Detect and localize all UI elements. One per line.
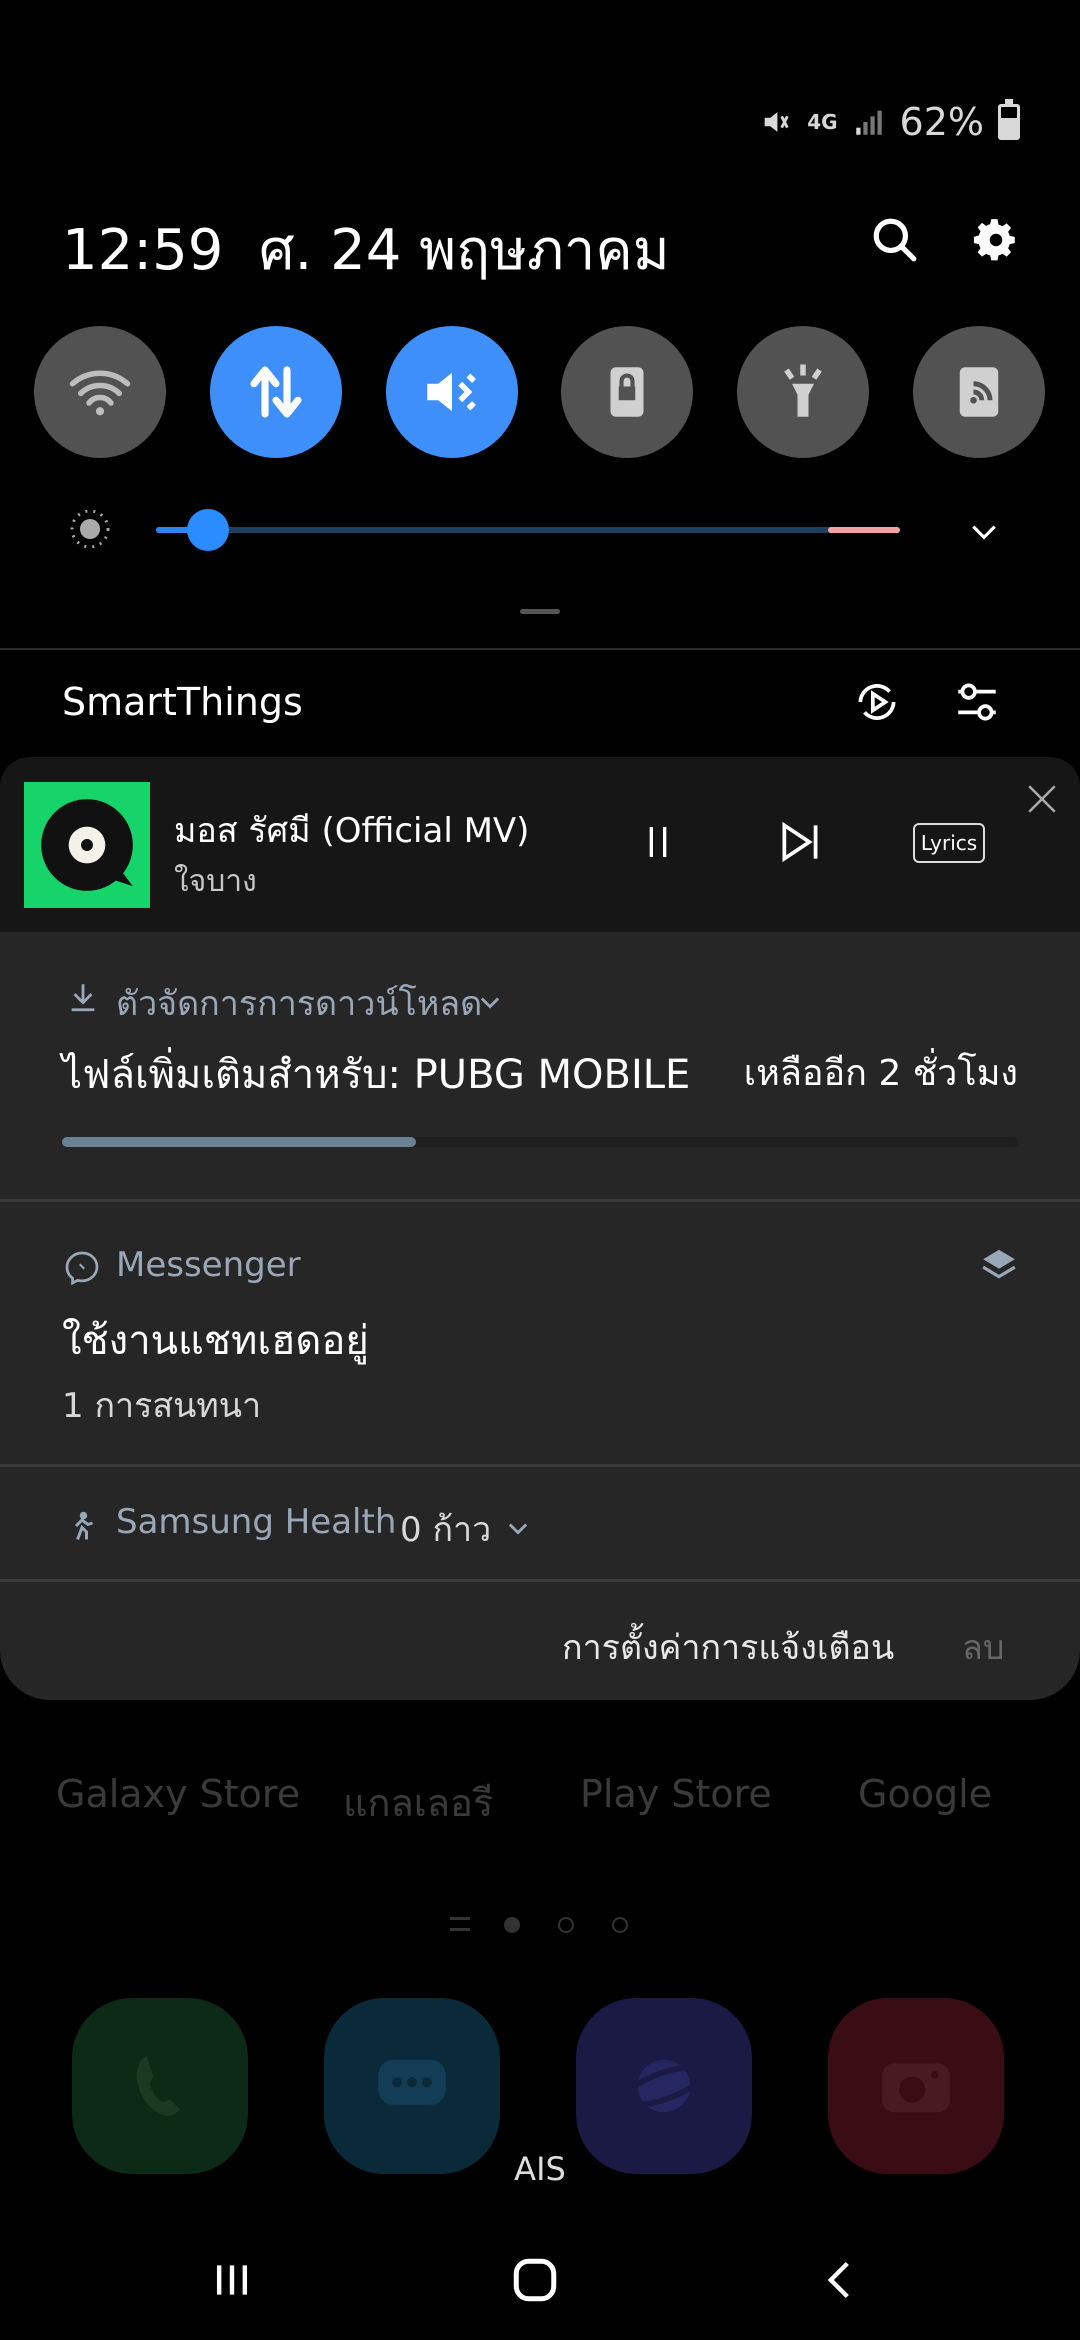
rotation-lock-tile[interactable] [561,326,693,458]
messenger-title[interactable]: ใช้งานแชทเฮดอยู่ [62,1308,369,1372]
divider [0,648,1080,650]
page-indicator-home [504,1917,520,1933]
app-label-play-store[interactable]: Play Store [580,1772,772,1816]
brightness-high-zone [828,527,900,533]
brightness-slider-thumb[interactable] [187,509,230,551]
notification-settings-button[interactable]: การตั้งค่าการแจ้งเตือน [562,1620,894,1674]
brightness-slider-track[interactable] [156,527,900,533]
camera-app[interactable] [828,1998,1004,2174]
joox-logo-icon [41,799,133,891]
flashlight-tile[interactable] [737,326,869,458]
page-indicator-dot [612,1917,628,1933]
samsung-health-app-name: Samsung Health [116,1502,397,1542]
close-icon[interactable] [1025,782,1059,816]
device-settings-icon[interactable] [952,677,1002,727]
settings-button[interactable] [961,205,1031,275]
skip-next-icon[interactable] [776,817,826,867]
message-icon [378,2059,446,2105]
divider [0,1464,1080,1467]
media-output-icon[interactable] [852,677,902,727]
download-manager-app-name: ตัวจัดการการดาวน์โหลด [116,984,483,1024]
smartthings-title[interactable]: SmartThings [62,680,303,724]
internet-app[interactable] [576,1998,752,2174]
mobile-data-tile[interactable] [210,326,342,458]
signal-icon [855,110,882,135]
nfc-tile[interactable] [913,326,1045,458]
clear-button[interactable]: ลบ [962,1620,1004,1674]
chevron-down-icon[interactable] [476,988,504,1016]
planet-icon [622,2059,706,2113]
brightness-icon [70,509,110,549]
wifi-tile[interactable] [34,326,166,458]
media-artist: ใจบาง [174,864,257,899]
sound-mode-tile[interactable] [386,326,518,458]
wifi-icon [69,370,131,416]
phone-app[interactable] [72,1998,248,2174]
clock: 12:59 [62,218,224,283]
download-icon [71,984,95,1012]
back-icon [827,2261,849,2299]
panel-drag-handle[interactable] [520,609,560,614]
download-progress-fill [62,1137,416,1147]
camera-icon [882,2063,950,2113]
search-button[interactable] [860,205,930,275]
nfc-icon [959,367,999,417]
lyrics-button[interactable]: Lyrics [913,823,985,863]
home-icon [513,2258,557,2302]
back-button[interactable] [790,2240,890,2320]
app-label-google[interactable]: Google [858,1772,992,1816]
messenger-icon [65,1251,99,1286]
recent-apps-button[interactable] [182,2240,282,2320]
search-icon [873,218,917,262]
carrier-label: AIS [514,2150,566,2188]
samsung-health-icon [74,1511,93,1541]
messages-app[interactable] [324,1998,500,2174]
gear-icon [973,219,1015,261]
messenger-app-name: Messenger [116,1245,301,1285]
chevron-down-icon[interactable] [504,1514,532,1542]
chevron-down-icon[interactable] [968,516,1000,548]
app-label-gallery[interactable]: แกลเลอรี [343,1772,493,1833]
lock-icon [610,367,644,417]
page-indicator-dot [558,1917,574,1933]
album-art [24,782,150,908]
mute-icon [764,112,789,132]
date: ศ. 24 พฤษภาคม [259,218,670,283]
download-remaining: เหลืออีก 2 ชั่วโมง [743,1053,1018,1094]
page-indicator-menu [450,1917,470,1931]
divider [0,1579,1080,1582]
download-title[interactable]: ไฟล์เพิ่มเติมสำหรับ: PUBG MOBILE [62,1042,690,1106]
media-song-title: มอส รัศมี (Official MV) [174,811,530,851]
data-transfer-icon [250,366,302,418]
divider [0,1199,1080,1202]
home-button[interactable] [485,2240,585,2320]
battery-percent: 62% [899,100,984,144]
pause-icon[interactable] [638,817,678,867]
battery-icon [998,99,1020,140]
recent-apps-icon [216,2265,248,2295]
flashlight-icon [784,364,822,417]
layers-icon[interactable] [980,1245,1018,1283]
status-bar: 4G 62% [759,99,1020,144]
steps-count: 0 ก้าว [400,1510,492,1550]
network-4g-icon: 4G [807,110,838,134]
phone-icon [136,2056,180,2116]
mute-icon [427,372,476,412]
app-label-galaxy-store[interactable]: Galaxy Store [56,1772,300,1816]
messenger-subtitle: 1 การสนทนา [62,1386,262,1426]
date-time: 12:59 ศ. 24 พฤษภาคม [62,205,670,294]
